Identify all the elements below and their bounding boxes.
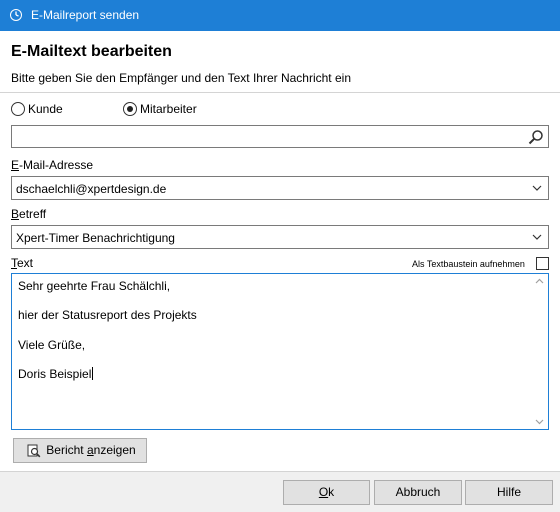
scroll-down-icon[interactable] — [535, 419, 544, 425]
email-value: dschaelchli@xpertdesign.de — [16, 182, 167, 196]
textbaustein-checkbox[interactable] — [536, 257, 549, 270]
email-combobox[interactable]: dschaelchli@xpertdesign.de — [11, 176, 549, 200]
cancel-button[interactable]: Abbruch — [374, 480, 462, 505]
subject-combobox[interactable]: Xpert-Timer Benachrichtigung — [11, 225, 549, 249]
email-label-rest: -Mail-Adresse — [19, 158, 94, 172]
text-caret — [92, 367, 94, 380]
search-input[interactable] — [11, 125, 549, 148]
title-bar: E-Mailreport senden — [0, 0, 560, 31]
textbaustein-label: Als Textbaustein aufnehmen — [412, 259, 525, 269]
textarea-scrollbar[interactable] — [531, 274, 548, 429]
email-label-accel: E — [11, 158, 20, 172]
radio-mitarbeiter-label: Mitarbeiter — [140, 102, 197, 116]
radio-mitarbeiter[interactable]: Mitarbeiter — [123, 102, 203, 116]
window-title: E-Mailreport senden — [31, 8, 140, 22]
radio-selected-dot — [127, 106, 133, 112]
message-line: Viele Grüße, — [18, 338, 86, 352]
subject-value: Xpert-Timer Benachrichtigung — [16, 231, 175, 245]
footer-bar: Ok Abbruch Hilfe — [0, 472, 560, 512]
search-icon[interactable] — [528, 129, 544, 145]
show-report-label-accel: a — [86, 443, 94, 457]
header-divider — [0, 92, 560, 93]
clock-icon — [10, 9, 22, 21]
message-textarea[interactable]: Sehr geehrte Frau Schälchli, hier der St… — [11, 273, 549, 430]
scroll-up-icon[interactable] — [535, 278, 544, 284]
email-label: E-Mail-Adresse — [11, 158, 93, 172]
show-report-button[interactable]: Bericht anzeigen — [13, 438, 147, 463]
message-line: Sehr geehrte Frau Schälchli, — [18, 279, 171, 293]
page-subtitle: Bitte geben Sie den Empfänger und den Te… — [11, 71, 351, 85]
text-label-rest: ext — [17, 256, 34, 270]
show-report-label-pre: Bericht — [46, 443, 87, 457]
radio-kunde[interactable]: Kunde — [11, 102, 71, 116]
radio-circle[interactable] — [123, 102, 137, 116]
message-signature: Doris Beispiel — [18, 367, 92, 381]
message-line: Doris Beispiel — [18, 367, 94, 381]
ok-button[interactable]: Ok — [283, 480, 370, 505]
chevron-down-icon[interactable] — [532, 232, 542, 242]
radio-kunde-label: Kunde — [28, 102, 63, 116]
show-report-label-post: nzeigen — [93, 443, 136, 457]
text-label: Text — [11, 256, 33, 270]
message-line: hier der Statusreport des Projekts — [18, 308, 197, 322]
help-button[interactable]: Hilfe — [465, 480, 553, 505]
ok-label-accel: O — [318, 485, 329, 499]
subject-label-accel: B — [11, 207, 20, 221]
report-magnifier-icon — [27, 444, 41, 458]
chevron-down-icon[interactable] — [532, 183, 542, 193]
subject-label: Betreff — [11, 207, 46, 221]
subject-label-rest: etreff — [19, 207, 47, 221]
page-title: E-Mailtext bearbeiten — [11, 43, 172, 60]
radio-circle[interactable] — [11, 102, 25, 116]
show-report-label: Bericht anzeigen — [46, 439, 135, 462]
ok-label-rest: k — [328, 485, 335, 499]
